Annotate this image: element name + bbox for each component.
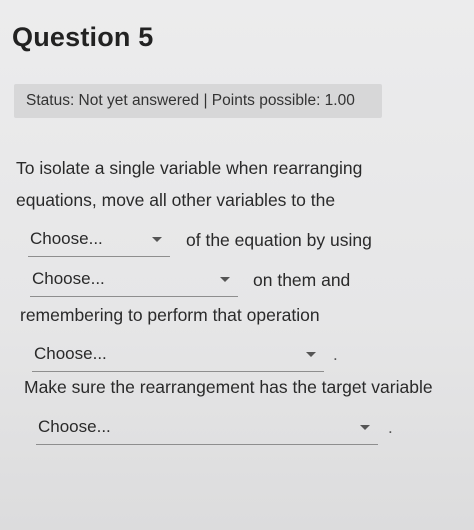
question-text-line-2: equations, move all other variables to t… (16, 190, 336, 210)
dropdown-4-value: Choose... (38, 417, 111, 436)
answer-dropdown-1[interactable]: Choose... (28, 226, 170, 257)
dropdown-1-value: Choose... (30, 229, 103, 248)
answer-dropdown-3[interactable]: Choose... (32, 341, 324, 372)
question-page: Question 5 Status: Not yet answered | Po… (0, 0, 474, 530)
chevron-down-icon (306, 352, 316, 357)
question-text-line-1: To isolate a single variable when rearra… (16, 158, 363, 178)
sentence-period-2: . (388, 418, 393, 437)
answer-dropdown-4[interactable]: Choose... (36, 414, 378, 445)
question-text-after-dropdown-1: of the equation by using (186, 230, 372, 250)
question-text-line-7: Make sure the rearrangement has the targ… (24, 377, 433, 397)
sentence-period-1: . (333, 345, 338, 364)
answer-dropdown-2[interactable]: Choose... (30, 266, 238, 297)
dropdown-2-value: Choose... (32, 269, 105, 288)
status-box: Status: Not yet answered | Points possib… (14, 84, 382, 118)
question-text-after-dropdown-2: on them and (253, 270, 351, 290)
question-title: Question 5 (12, 22, 154, 52)
status-text: Status: Not yet answered | Points possib… (26, 92, 355, 109)
chevron-down-icon (152, 237, 162, 242)
dropdown-3-value: Choose... (34, 344, 107, 363)
chevron-down-icon (360, 425, 370, 430)
chevron-down-icon (220, 277, 230, 282)
question-text-line-5: remembering to perform that operation (20, 305, 320, 325)
